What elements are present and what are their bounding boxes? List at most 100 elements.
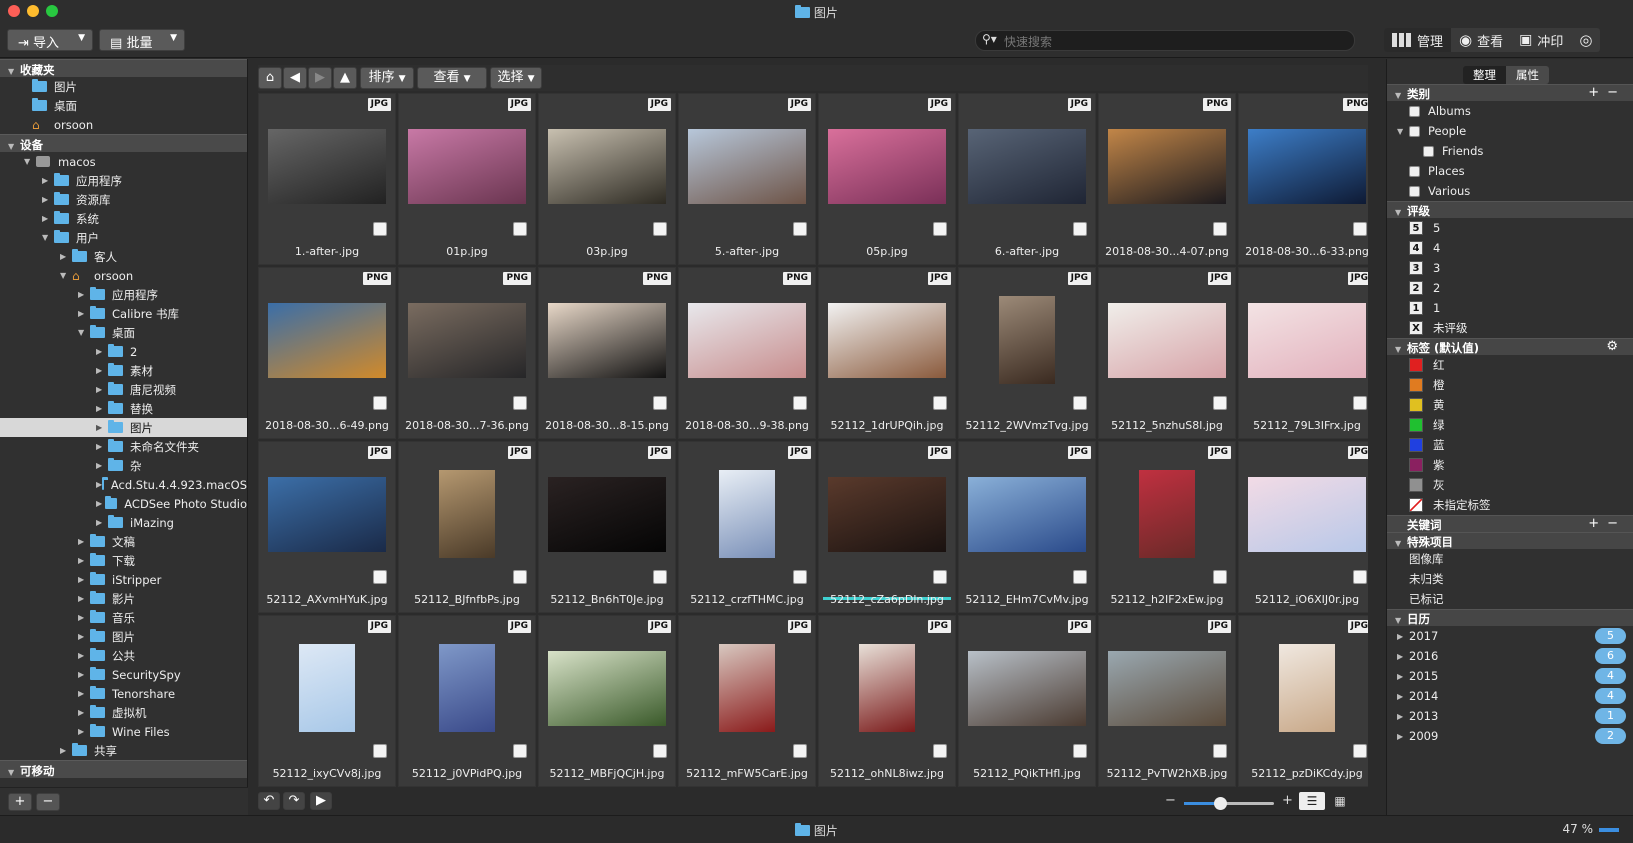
disclosure-closed-icon[interactable]: ▶ [78, 708, 90, 717]
thumbnail-cell[interactable]: JPG 52112_PvTW2hXB.jpg [1098, 615, 1236, 787]
thumbnail-cell[interactable]: JPG 52112_j0VPidPQ.jpg [398, 615, 536, 787]
label-item[interactable]: 紫 [1387, 455, 1633, 475]
calendar-year[interactable]: ▶ 2013 1 [1387, 706, 1633, 726]
tree-item[interactable]: ▶ 2 [0, 342, 247, 361]
tree-item[interactable]: ▶ 公共 [0, 646, 247, 665]
category-item[interactable]: Various [1387, 181, 1633, 201]
select-checkbox[interactable] [1073, 222, 1087, 236]
thumbnail-cell[interactable]: JPG 52112_h2IF2xEw.jpg [1098, 441, 1236, 613]
select-checkbox[interactable] [1073, 744, 1087, 758]
thumbnail-image[interactable] [859, 644, 915, 732]
thumbnail-image[interactable] [268, 477, 386, 552]
mode-online[interactable]: ◎ [1571, 28, 1600, 52]
tree-item[interactable]: ▼ macos [0, 152, 247, 171]
thumbnail-cell[interactable]: JPG 05p.jpg [818, 93, 956, 265]
select-checkbox[interactable] [793, 396, 807, 410]
view-menu[interactable]: 查看 ▼ [417, 67, 487, 89]
thumbnail-cell[interactable]: JPG 52112_ixyCVv8j.jpg [258, 615, 396, 787]
tree-item[interactable]: ▶ 应用程序 [0, 171, 247, 190]
disclosure-closed-icon[interactable]: ▶ [78, 309, 90, 318]
rating-header[interactable]: ▼ 评级 [1387, 201, 1633, 218]
tree-item[interactable]: ▶ 唐尼视频 [0, 380, 247, 399]
select-checkbox[interactable] [933, 396, 947, 410]
removable-header[interactable]: ▼ 可移动 [0, 760, 247, 778]
calendar-year[interactable]: ▶ 2016 6 [1387, 646, 1633, 666]
category-item[interactable]: Places [1387, 161, 1633, 181]
thumbnail-image[interactable] [828, 477, 946, 552]
rating-item[interactable]: X 未评级 [1387, 318, 1633, 338]
disclosure-closed-icon[interactable]: ▶ [78, 575, 90, 584]
rating-item[interactable]: 55 [1387, 218, 1633, 238]
disclosure-closed-icon[interactable]: ▶ [60, 252, 72, 261]
devices-header[interactable]: ▼ 设备 [0, 134, 247, 152]
disclosure-open-icon[interactable]: ▼ [1397, 127, 1409, 136]
thumbnail-image[interactable] [1139, 470, 1195, 558]
thumbnail-cell[interactable]: JPG 52112_pzDiKCdy.jpg [1238, 615, 1368, 787]
disclosure-closed-icon[interactable]: ▶ [96, 518, 108, 527]
disclosure-open-icon[interactable]: ▼ [42, 233, 54, 242]
thumbnail-cell[interactable]: JPG 52112_AXvmHYuK.jpg [258, 441, 396, 613]
disclosure-closed-icon[interactable]: ▶ [78, 670, 90, 679]
select-checkbox[interactable] [1073, 570, 1087, 584]
thumbnail-image[interactable] [828, 303, 946, 378]
thumbnail-cell[interactable]: PNG 2018-08-30...7-36.png [398, 267, 536, 439]
select-checkbox[interactable] [933, 222, 947, 236]
select-checkbox[interactable] [653, 222, 667, 236]
thumbnail-cell[interactable]: PNG 2018-08-30...6-49.png [258, 267, 396, 439]
thumbnail-image[interactable] [719, 470, 775, 558]
thumbnail-image[interactable] [1279, 644, 1335, 732]
tree-item[interactable]: ▶ 系统 [0, 209, 247, 228]
tree-item[interactable]: ▶ 下载 [0, 551, 247, 570]
select-checkbox[interactable] [1213, 744, 1227, 758]
disclosure-closed-icon[interactable]: ▶ [96, 404, 108, 413]
thumbnail-cell[interactable]: JPG 03p.jpg [538, 93, 676, 265]
tree-item[interactable]: ▶ Calibre 书库 [0, 304, 247, 323]
select-checkbox[interactable] [1353, 570, 1367, 584]
disclosure-closed-icon[interactable]: ▶ [96, 423, 108, 432]
add-button[interactable]: + [8, 793, 32, 811]
tree-item[interactable]: ▶ Wine Files [0, 722, 247, 741]
disclosure-closed-icon[interactable]: ▶ [1397, 692, 1409, 701]
list-view-button[interactable]: ☰ [1299, 792, 1325, 810]
tree-item[interactable]: ▶ 资源库 [0, 190, 247, 209]
forward-button[interactable]: ▶ [308, 67, 332, 89]
category-item[interactable]: Albums [1387, 101, 1633, 121]
thumbnail-cell[interactable]: JPG 52112_1drUPQih.jpg [818, 267, 956, 439]
tree-item[interactable]: ▶ ACDSee Photo Studio [0, 494, 247, 513]
select-checkbox[interactable] [373, 570, 387, 584]
category-checkbox[interactable] [1423, 145, 1434, 157]
special-header[interactable]: ▼ 特殊项目 [1387, 532, 1633, 549]
select-checkbox[interactable] [1213, 570, 1227, 584]
thumbnail-cell[interactable]: JPG 5.-after-.jpg [678, 93, 816, 265]
label-item[interactable]: 橙 [1387, 375, 1633, 395]
thumbnail-image[interactable] [548, 303, 666, 378]
disclosure-closed-icon[interactable]: ▶ [1397, 672, 1409, 681]
batch-button[interactable]: ▤ 批量 ▼ [99, 29, 185, 51]
disclosure-closed-icon[interactable]: ▶ [1397, 712, 1409, 721]
tree-item[interactable]: ▼ 桌面 [0, 323, 247, 342]
select-checkbox[interactable] [1213, 222, 1227, 236]
category-item[interactable]: ▼ People [1387, 121, 1633, 141]
tree-item[interactable]: ▶ 杂 [0, 456, 247, 475]
disclosure-closed-icon[interactable]: ▶ [78, 632, 90, 641]
thumbnail-cell[interactable]: JPG 52112_2WVmzTvg.jpg [958, 267, 1096, 439]
disclosure-closed-icon[interactable]: ▶ [60, 746, 72, 755]
label-item[interactable]: 蓝 [1387, 435, 1633, 455]
calendar-header[interactable]: ▼ 日历 [1387, 609, 1633, 626]
thumbnail-cell[interactable]: JPG 52112_79L3IFrx.jpg [1238, 267, 1368, 439]
select-checkbox[interactable] [793, 570, 807, 584]
thumbnail-image[interactable] [1248, 477, 1366, 552]
special-item[interactable]: 未归类 [1387, 569, 1633, 589]
disclosure-closed-icon[interactable]: ▶ [96, 385, 108, 394]
thumbnail-cell[interactable]: JPG 52112_PQikTHfl.jpg [958, 615, 1096, 787]
thumbnail-cell[interactable]: JPG 52112_Bn6hT0Je.jpg [538, 441, 676, 613]
tree-item[interactable]: ▶ 客人 [0, 247, 247, 266]
tree-item[interactable]: ▶ 文稿 [0, 532, 247, 551]
select-checkbox[interactable] [1353, 744, 1367, 758]
thumbnail-cell[interactable]: JPG 52112_MBFjQCjH.jpg [538, 615, 676, 787]
rating-item[interactable]: 33 [1387, 258, 1633, 278]
sort-menu[interactable]: 排序 ▼ [360, 67, 414, 89]
thumbnail-image[interactable] [408, 129, 526, 204]
thumbnail-cell[interactable]: JPG 52112_ohNL8iwz.jpg [818, 615, 956, 787]
select-checkbox[interactable] [513, 570, 527, 584]
